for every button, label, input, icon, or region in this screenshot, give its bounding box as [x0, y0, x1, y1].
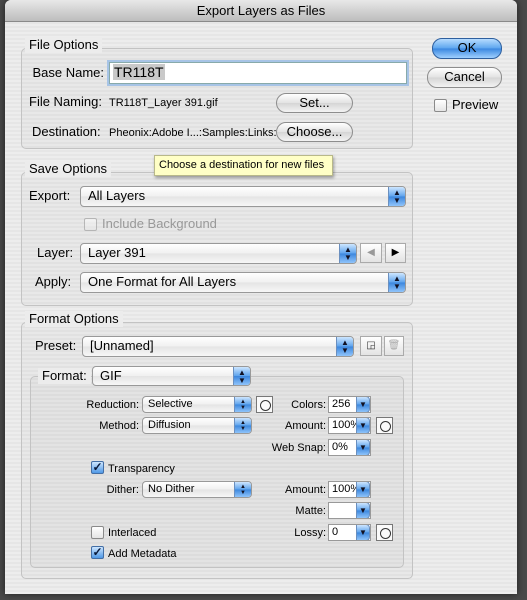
preset-value: [Unnamed]: [90, 338, 154, 353]
dither-amount-combo[interactable]: 100% ▼: [328, 481, 371, 498]
popup-arrows-icon: ▲ ▼: [234, 397, 251, 412]
apply-value: One Format for All Layers: [88, 274, 237, 289]
preset-popup[interactable]: [Unnamed] ▲ ▼: [82, 336, 354, 357]
set-button[interactable]: Set...: [276, 93, 353, 113]
transparency-checkbox[interactable]: ✓: [91, 461, 104, 474]
next-layer-button[interactable]: ▶: [385, 243, 406, 263]
amount-label: Amount:: [285, 420, 326, 432]
interlaced-label: Interlaced: [108, 527, 157, 539]
popup-arrows-icon: ▲ ▼: [388, 273, 405, 292]
reduction-value: Selective: [148, 398, 193, 410]
lossy-mask-button[interactable]: [376, 524, 393, 541]
add-metadata-checkbox[interactable]: ✓: [91, 546, 104, 559]
chevron-down-icon: ▼: [356, 440, 370, 455]
include-background-label: Include Background: [102, 216, 217, 231]
method-label: Method:: [99, 420, 139, 432]
chevron-down-icon: ▼: [356, 482, 370, 497]
dither-amount-label: Amount:: [285, 484, 326, 496]
popup-arrows-icon: ▲ ▼: [233, 367, 250, 385]
colors-label: Colors:: [291, 399, 326, 411]
choose-button[interactable]: Choose...: [276, 122, 353, 142]
apply-popup[interactable]: One Format for All Layers ▲ ▼: [80, 272, 406, 293]
reduction-popup[interactable]: Selective ▲ ▼: [142, 396, 252, 413]
method-popup[interactable]: Diffusion ▲ ▼: [142, 417, 252, 434]
matte-label: Matte:: [295, 505, 326, 517]
base-name-input[interactable]: TR118T: [109, 62, 407, 84]
lossy-combo[interactable]: 0 ▼: [328, 524, 371, 541]
cancel-button[interactable]: Cancel: [427, 67, 502, 88]
reduction-label: Reduction:: [86, 399, 139, 411]
dither-popup[interactable]: No Dither ▲ ▼: [142, 481, 252, 498]
destination-value: Pheonix:Adobe I...:Samples:Links:: [109, 127, 277, 139]
amount-mask-button[interactable]: [376, 417, 393, 434]
export-popup[interactable]: All Layers ▲ ▼: [80, 186, 406, 207]
lossy-value: 0: [332, 526, 339, 538]
triangle-right-icon: ▶: [391, 247, 400, 258]
format-options-title: Format Options: [25, 311, 123, 327]
layer-popup[interactable]: Layer 391 ▲ ▼: [80, 243, 357, 264]
trash-icon: 🗑: [387, 340, 401, 351]
websnap-value: 0%: [332, 441, 348, 453]
file-options-title: File Options: [25, 37, 103, 53]
chevron-down-icon: ▼: [356, 525, 370, 540]
popup-arrows-icon: ▲ ▼: [234, 482, 251, 497]
format-label: Format:: [38, 368, 91, 384]
triangle-left-icon: ◀: [367, 247, 375, 258]
dither-value: No Dither: [148, 483, 195, 495]
amount-combo[interactable]: 100% ▼: [328, 417, 371, 434]
destination-tooltip: Choose a destination for new files: [154, 155, 333, 176]
save-preset-button[interactable]: ◲: [360, 336, 382, 356]
chevron-down-icon: ▼: [356, 397, 370, 412]
base-name-label: Base Name:: [32, 65, 104, 80]
layer-value: Layer 391: [88, 245, 146, 260]
previous-layer-button[interactable]: ◀: [360, 243, 382, 263]
websnap-label: Web Snap:: [271, 442, 326, 454]
export-value: All Layers: [88, 188, 146, 203]
popup-arrows-icon: ▲ ▼: [336, 337, 353, 356]
file-naming-value: TR118T_Layer 391.gif: [109, 97, 218, 109]
popup-arrows-icon: ▲ ▼: [388, 187, 405, 206]
colors-combo[interactable]: 256 ▼: [328, 396, 371, 413]
file-naming-label: File Naming:: [29, 94, 102, 109]
ok-button[interactable]: OK: [432, 38, 502, 59]
chevron-down-icon: ▼: [356, 418, 370, 433]
chevron-down-icon: ▼: [356, 503, 370, 518]
delete-preset-button[interactable]: 🗑: [384, 336, 404, 356]
preview-label: Preview: [452, 97, 499, 112]
lossy-label: Lossy:: [294, 527, 326, 539]
interlaced-checkbox[interactable]: [91, 526, 104, 539]
base-name-value: TR118T: [113, 64, 165, 80]
matte-combo[interactable]: ▼: [328, 502, 371, 519]
export-label: Export:: [29, 188, 71, 203]
websnap-combo[interactable]: 0% ▼: [328, 439, 371, 456]
preset-label: Preset:: [35, 338, 77, 353]
popup-arrows-icon: ▲ ▼: [234, 418, 251, 433]
transparency-label: Transparency: [108, 463, 175, 475]
include-background-checkbox[interactable]: [84, 218, 97, 231]
new-preset-icon: ◲: [366, 340, 376, 351]
add-metadata-label: Add Metadata: [108, 548, 177, 560]
save-options-title: Save Options: [25, 161, 112, 177]
colors-value: 256: [332, 398, 351, 410]
popup-arrows-icon: ▲ ▼: [339, 244, 356, 263]
method-value: Diffusion: [148, 419, 191, 431]
format-popup[interactable]: GIF ▲ ▼: [92, 366, 251, 386]
window-title: Export Layers as Files: [5, 0, 517, 22]
format-value: GIF: [100, 368, 122, 383]
apply-label: Apply:: [35, 274, 72, 289]
preview-checkbox[interactable]: [434, 99, 447, 112]
layer-label: Layer:: [37, 245, 74, 260]
dither-label: Dither:: [106, 484, 139, 496]
destination-label: Destination:: [32, 124, 101, 139]
